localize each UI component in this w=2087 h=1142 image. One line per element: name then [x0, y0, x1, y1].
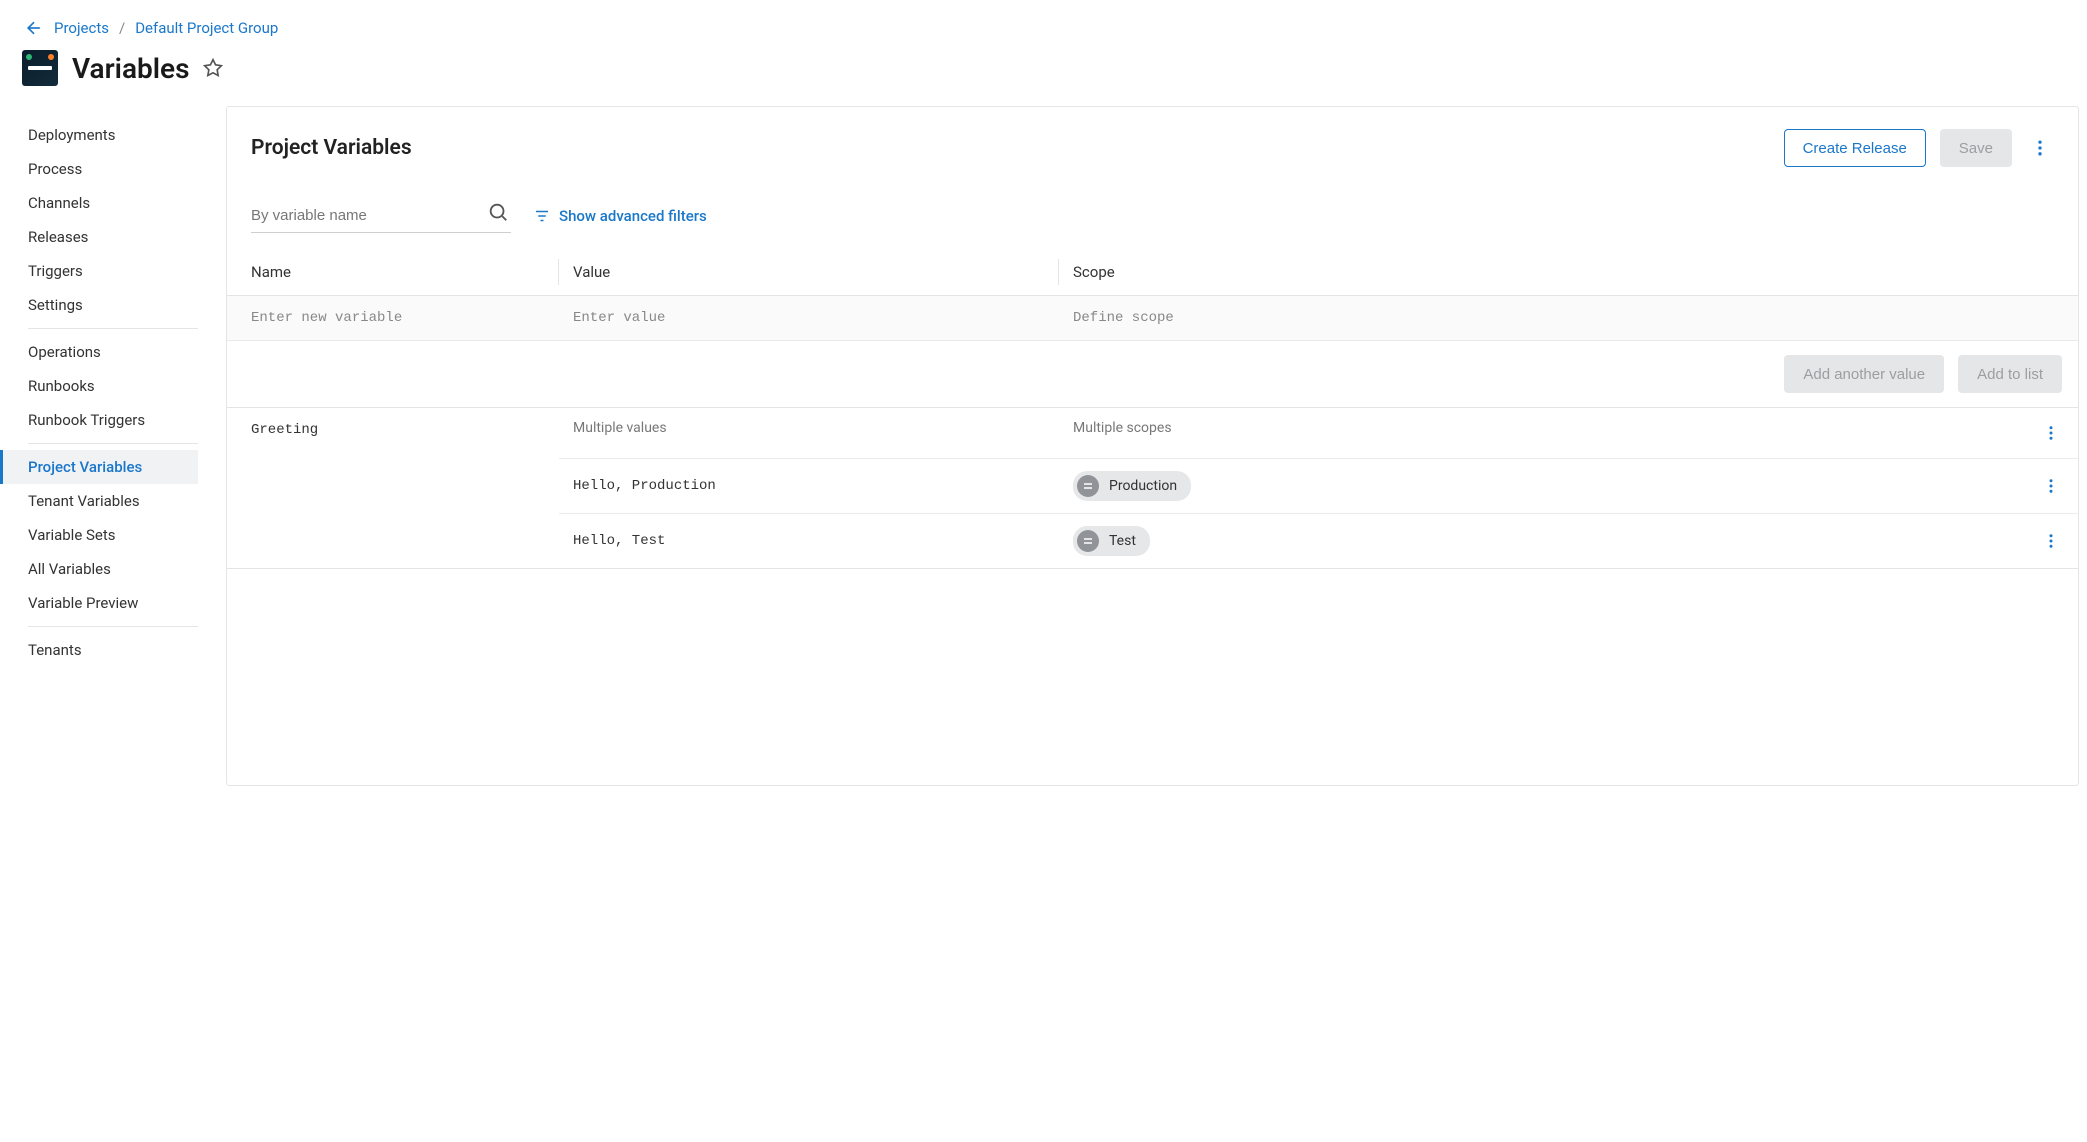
scope-chip[interactable]: Production: [1073, 471, 1191, 501]
column-value-header: Value: [559, 263, 1059, 281]
search-input[interactable]: [251, 199, 511, 233]
breadcrumb-projects-link[interactable]: Projects: [54, 19, 109, 37]
sidebar-item-all-variables[interactable]: All Variables: [12, 552, 210, 586]
page-title: Variables: [72, 52, 189, 85]
sidebar-item-deployments[interactable]: Deployments: [12, 118, 210, 152]
column-name-header: Name: [251, 263, 559, 281]
sidebar-item-variable-preview[interactable]: Variable Preview: [12, 586, 210, 620]
breadcrumb-separator: /: [119, 19, 125, 37]
variable-value[interactable]: Hello, Test: [573, 533, 1073, 549]
environment-icon: [1077, 475, 1099, 497]
multi-values-label: Multiple values: [573, 420, 1073, 446]
save-button[interactable]: Save: [1940, 129, 2012, 167]
new-variable-name-input[interactable]: Enter new variable: [251, 310, 559, 326]
variables-table-header: Name Value Scope: [227, 249, 2078, 296]
content-title: Project Variables: [251, 136, 412, 160]
show-advanced-filters-link[interactable]: Show advanced filters: [533, 207, 707, 225]
sidebar-item-runbook-triggers[interactable]: Runbook Triggers: [12, 403, 210, 437]
value-overflow-icon[interactable]: [2038, 473, 2064, 499]
content-header: Project Variables Create Release Save: [227, 107, 2078, 173]
breadcrumb-group-link[interactable]: Default Project Group: [135, 19, 278, 37]
variable-value-row[interactable]: Hello, Test Test: [559, 513, 2078, 568]
column-scope-header: Scope: [1059, 263, 2054, 281]
project-icon: [22, 50, 58, 86]
sidebar-item-runbooks[interactable]: Runbooks: [12, 369, 210, 403]
title-row: Variables: [0, 46, 2087, 106]
breadcrumb: Projects / Default Project Group: [0, 0, 2087, 46]
variable-value[interactable]: Hello, Production: [573, 478, 1073, 494]
new-variable-value-input[interactable]: Enter value: [559, 310, 1059, 326]
sidebar-item-triggers[interactable]: Triggers: [12, 254, 210, 288]
content-panel: Project Variables Create Release Save: [226, 106, 2079, 786]
variable-overflow-icon[interactable]: [2038, 420, 2064, 446]
multi-scopes-label: Multiple scopes: [1073, 420, 2034, 446]
scope-chip[interactable]: Test: [1073, 526, 1150, 556]
value-overflow-icon[interactable]: [2038, 528, 2064, 554]
star-icon[interactable]: [203, 58, 223, 78]
overflow-menu-icon[interactable]: [2026, 134, 2054, 162]
sidebar-item-project-variables[interactable]: Project Variables: [0, 450, 198, 484]
add-actions-row: Add another value Add to list: [227, 341, 2078, 408]
variable-group: Greeting Multiple valuesMultiple scopes He…: [227, 408, 2078, 569]
variable-name[interactable]: Greeting: [227, 408, 559, 568]
scope-label: Test: [1109, 533, 1136, 549]
sidebar-item-channels[interactable]: Channels: [12, 186, 210, 220]
show-advanced-filters-label: Show advanced filters: [559, 207, 707, 225]
sidebar-item-process[interactable]: Process: [12, 152, 210, 186]
sidebar-item-operations[interactable]: Operations: [12, 335, 210, 369]
filter-icon: [533, 207, 551, 225]
sidebar-item-settings[interactable]: Settings: [12, 288, 210, 322]
add-another-value-button[interactable]: Add another value: [1784, 355, 1944, 393]
sidebar: DeploymentsProcessChannelsReleasesTrigge…: [0, 106, 226, 794]
sidebar-item-releases[interactable]: Releases: [12, 220, 210, 254]
sidebar-item-tenant-variables[interactable]: Tenant Variables: [12, 484, 210, 518]
add-to-list-button[interactable]: Add to list: [1958, 355, 2062, 393]
sidebar-item-tenants[interactable]: Tenants: [12, 633, 210, 667]
sidebar-item-variable-sets[interactable]: Variable Sets: [12, 518, 210, 552]
back-arrow-icon[interactable]: [24, 18, 44, 38]
environment-icon: [1077, 530, 1099, 552]
new-variable-row[interactable]: Enter new variable Enter value Define sc…: [227, 296, 2078, 341]
new-variable-scope-input[interactable]: Define scope: [1059, 310, 2054, 326]
scope-label: Production: [1109, 478, 1177, 494]
variable-value-row[interactable]: Hello, Production Production: [559, 458, 2078, 513]
search-row: Show advanced filters: [227, 173, 2078, 249]
create-release-button[interactable]: Create Release: [1784, 129, 1926, 167]
search-icon[interactable]: [487, 201, 509, 227]
